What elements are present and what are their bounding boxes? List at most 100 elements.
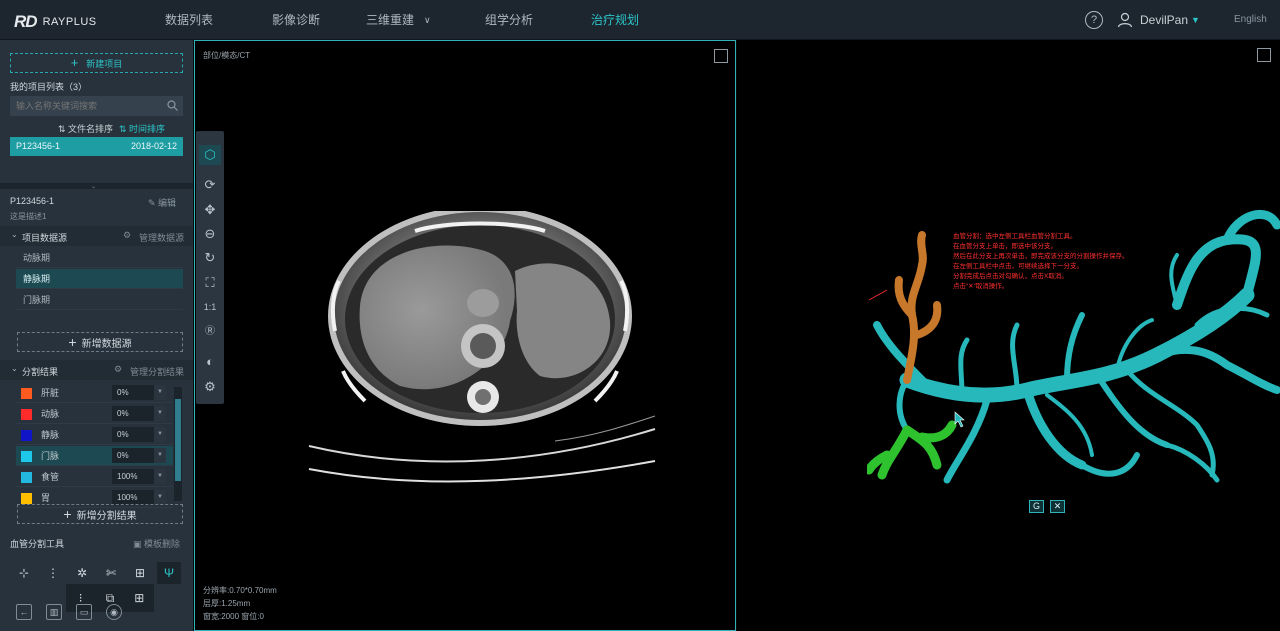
user-icon[interactable] [1117, 12, 1133, 28]
vessel-seed-icon[interactable]: ⋮ [41, 562, 65, 584]
chevron-down-icon[interactable]: ∨ [424, 0, 431, 40]
ct-viewport[interactable]: 部位/模态/CT 分辨率:0.70*0.70mm 层厚:1.25mm 窗宽:20… [194, 40, 736, 631]
new-project-label: 新建项目 [86, 59, 123, 69]
segment-row-vein[interactable]: 静脉 0% ▼ [16, 425, 173, 445]
language-switch[interactable]: English [1234, 0, 1267, 40]
nav-image-diagnosis[interactable]: 影像诊断 [272, 0, 320, 40]
fullscreen-icon[interactable] [1257, 48, 1271, 62]
segment-opacity-value: 0% [117, 409, 129, 418]
vessel-cut-icon[interactable]: ✄ [99, 562, 123, 584]
trash-icon[interactable]: ▥ [46, 604, 62, 620]
segment-opacity-select[interactable]: 100% ▼ [112, 469, 166, 484]
project-row[interactable]: P123456-1 2018-02-12 [10, 137, 183, 156]
fit-icon[interactable]: ⛶ [199, 273, 221, 293]
segment-opacity-select[interactable]: 0% ▼ [112, 385, 166, 400]
sort-filename-label: 文件名排序 [68, 124, 114, 134]
scrollbar-thumb[interactable] [175, 399, 181, 481]
actual-size-icon[interactable]: 1:1 [199, 297, 221, 317]
logo: RD RAYPLUS [14, 12, 97, 32]
fullscreen-icon[interactable] [714, 49, 728, 63]
zoom-icon[interactable]: ⊖ [199, 224, 221, 244]
segment-color-swatch[interactable] [21, 430, 32, 441]
user-dropdown-icon[interactable]: ▼ [1191, 0, 1200, 40]
segment-row-artery[interactable]: 动脉 0% ▼ [16, 404, 173, 424]
segment-opacity-select[interactable]: 100% ▼ [112, 490, 166, 505]
segment-opacity-select[interactable]: 0% ▼ [112, 448, 166, 463]
new-project-button[interactable]: + 新建项目 [10, 53, 183, 73]
segment-color-swatch[interactable] [21, 409, 32, 420]
sort-by-time[interactable]: ⇅ 时间排序 [119, 122, 165, 135]
save-icon[interactable]: ▭ [76, 604, 92, 620]
slice-thickness-info: 层厚:1.25mm [203, 599, 251, 608]
settings-icon[interactable]: ⚙ [199, 377, 221, 397]
3d-cube-icon[interactable]: ⬡ [199, 145, 221, 165]
pan-icon[interactable]: ✥ [199, 200, 221, 220]
chevron-down-icon[interactable]: ⌄ [11, 230, 18, 239]
collapse-icon[interactable]: ⌄ [91, 183, 96, 190]
segment-list-scrollbar[interactable] [174, 387, 182, 501]
reset-icon[interactable]: Ⓡ [199, 322, 221, 342]
segment-color-swatch[interactable] [21, 493, 32, 504]
template-delete-link[interactable]: ▣ 模板删除 [133, 537, 180, 550]
search-input[interactable] [10, 96, 183, 116]
add-segmentation-button[interactable]: + 新增分割结果 [17, 504, 183, 524]
datasource-header: ⌄ 项目数据源 ⚙ 管理数据源 [0, 226, 193, 246]
manage-segmentation-link[interactable]: 管理分割结果 [130, 365, 184, 378]
chevron-down-icon[interactable]: ⌄ [11, 364, 18, 373]
gear-icon[interactable]: ⚙ [123, 230, 131, 241]
project-name: P123456-1 [16, 141, 61, 151]
vessel-branch-icon[interactable]: Ψ [157, 562, 181, 584]
datasource-item-venous[interactable]: 静脉期 [16, 269, 183, 289]
logo-text: RAYPLUS [42, 16, 97, 28]
undo-icon[interactable]: ← [16, 604, 32, 620]
segment-color-swatch[interactable] [21, 451, 32, 462]
datasource-item-arterial[interactable]: 动脉期 [16, 248, 183, 268]
segment-opacity-value: 100% [117, 493, 138, 502]
instruction-line: 在血管分支上单击，即选中该分支。 [953, 243, 1057, 250]
add-datasource-label: 新增数据源 [81, 339, 132, 350]
dropdown-arrow-icon[interactable]: ▼ [154, 427, 166, 442]
nav-treatment-planning[interactable]: 治疗规划 [591, 0, 639, 40]
edit-button[interactable]: ✎ 编辑 [148, 196, 176, 209]
edit-icon: ✎ [148, 198, 159, 208]
eye-icon[interactable]: ◉ [106, 604, 122, 620]
panel-divider[interactable]: ⌄ [0, 183, 193, 190]
segment-opacity-select[interactable]: 0% ▼ [112, 427, 166, 442]
segment-color-swatch[interactable] [21, 388, 32, 399]
segment-row-esophagus[interactable]: 食管 100% ▼ [16, 467, 173, 487]
add-datasource-button[interactable]: + 新增数据源 [17, 332, 183, 352]
3d-viewport[interactable]: 血管分割：选中左侧工具栏血管分割工具。 在血管分支上单击，即选中该分支。 然后在… [737, 40, 1280, 631]
cancel-branch-button[interactable]: ✕ [1050, 500, 1065, 513]
dropdown-arrow-icon[interactable]: ▼ [154, 448, 166, 463]
vessel-region-add-icon[interactable]: ⊞ [128, 562, 152, 584]
manage-datasource-link[interactable]: 管理数据源 [139, 231, 184, 244]
dropdown-arrow-icon[interactable]: ▼ [154, 469, 166, 484]
vessel-add-icon[interactable]: ✲ [70, 562, 94, 584]
instruction-line: 然后在此分支上再次单击，即完成该分支的分割操作并保存。 [953, 253, 1129, 260]
nav-3d-reconstruction[interactable]: 三维重建 [366, 0, 414, 40]
nav-radiomics[interactable]: 组学分析 [485, 0, 533, 40]
segment-row-portal[interactable]: 门脉 0% ▼ [16, 446, 173, 466]
contrast-icon[interactable]: ◐ [199, 352, 221, 372]
dropdown-arrow-icon[interactable]: ▼ [154, 406, 166, 421]
sort-by-filename[interactable]: ⇅ 文件名排序 [58, 122, 113, 135]
dropdown-arrow-icon[interactable]: ▼ [154, 490, 166, 505]
nav-data-list[interactable]: 数据列表 [165, 0, 213, 40]
segment-row-liver[interactable]: 肝脏 0% ▼ [16, 383, 173, 403]
template-delete-label: 模板删除 [144, 539, 181, 549]
datasource-item-portal[interactable]: 门脉期 [16, 290, 183, 310]
branch-add-icon[interactable]: ⊞ [129, 587, 149, 609]
gear-icon[interactable]: ⚙ [114, 364, 122, 375]
flip-icon[interactable]: ↻ [199, 248, 221, 268]
vessel-auto-icon[interactable]: ⊹ [12, 562, 36, 584]
project-description: 这是描述1 [10, 212, 47, 221]
username[interactable]: DevilPan [1140, 0, 1188, 40]
rotate-icon[interactable]: ⟳ [199, 175, 221, 195]
help-icon[interactable]: ? [1085, 11, 1103, 29]
confirm-branch-button[interactable]: G [1029, 500, 1044, 513]
segment-color-swatch[interactable] [21, 472, 32, 483]
search-icon[interactable] [167, 100, 178, 111]
segment-opacity-select[interactable]: 0% ▼ [112, 406, 166, 421]
segment-opacity-value: 100% [117, 472, 138, 481]
dropdown-arrow-icon[interactable]: ▼ [154, 385, 166, 400]
